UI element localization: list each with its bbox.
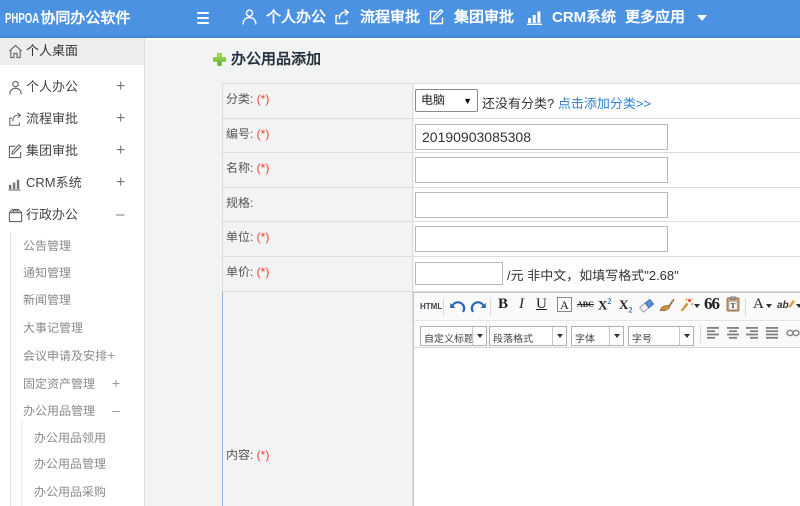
svg-text:T: T xyxy=(730,301,735,310)
